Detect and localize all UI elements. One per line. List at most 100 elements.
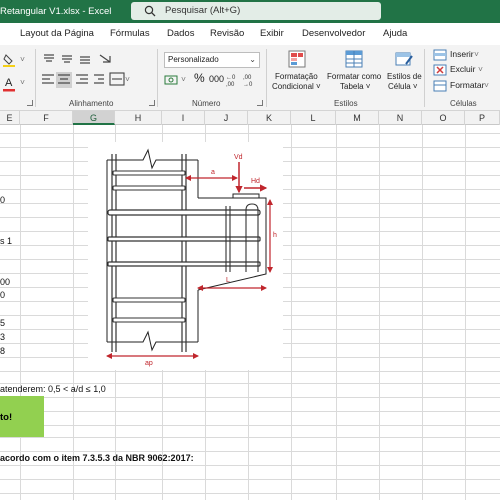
- column-header-i[interactable]: I: [162, 111, 205, 125]
- cell-value: 0: [0, 195, 6, 205]
- wrap-text-icon[interactable]: [99, 54, 111, 63]
- format-as-table-label-2: Tabela ˅: [340, 82, 371, 91]
- format-cells-icon[interactable]: [433, 80, 447, 92]
- alignment-buttons[interactable]: [40, 52, 130, 92]
- label-ap: ap: [145, 360, 153, 367]
- window-title: Retangular V1.xlsx - Excel: [0, 6, 112, 17]
- svg-text:A: A: [5, 77, 13, 89]
- title-bar: Retangular V1.xlsx - Excel Pesquisar (Al…: [0, 0, 500, 23]
- cell-styles-label-1: Estilos de: [387, 72, 422, 81]
- align-middle-icon[interactable]: [62, 55, 72, 63]
- dropdown-arrow-icon[interactable]: ˅: [484, 80, 489, 90]
- label-l: L: [226, 277, 230, 284]
- font-color-icon: A: [3, 77, 15, 92]
- search-icon: [144, 5, 156, 17]
- column-header-p[interactable]: P: [465, 111, 500, 125]
- tab-view[interactable]: Exibir: [260, 28, 284, 39]
- number-format-value: Personalizado: [168, 55, 219, 64]
- group-label-alignment: Alinhamento: [69, 99, 114, 108]
- search-placeholder: Pesquisar (Alt+G): [165, 5, 241, 16]
- format-cells-button[interactable]: Formatar: [450, 80, 484, 90]
- indent-icon[interactable]: [94, 74, 104, 84]
- dropdown-arrow-icon[interactable]: ˅: [20, 54, 25, 64]
- group-label-number: Número: [192, 99, 221, 108]
- tab-page-layout[interactable]: Layout da Página: [20, 28, 94, 39]
- corbel-drawing: Vd Hd a h L ap: [106, 148, 277, 367]
- cell-value: 3: [0, 332, 6, 342]
- cell-value: 8: [0, 346, 6, 356]
- tab-review[interactable]: Revisão: [210, 28, 244, 39]
- corbel-detail-figure[interactable]: Vd Hd a h L ap: [88, 142, 283, 370]
- format-as-table-icon: [345, 50, 363, 68]
- insert-cells-icon[interactable]: [433, 49, 447, 61]
- fill-color-icon: [3, 54, 15, 67]
- conditional-formatting-label-2: Condicional ˅: [272, 82, 321, 91]
- column-header-m[interactable]: M: [336, 111, 379, 125]
- ribbon-tabs: Layout da Página Fórmulas Dados Revisão …: [0, 23, 500, 45]
- label-vd: Vd: [234, 154, 243, 161]
- label-a: a: [211, 169, 215, 176]
- group-separator: [157, 49, 158, 107]
- group-label-cells: Células: [450, 99, 477, 108]
- cell-value: 5: [0, 318, 6, 328]
- align-right-icon[interactable]: [76, 74, 88, 84]
- column-header-e[interactable]: E: [0, 111, 20, 125]
- tab-help[interactable]: Ajuda: [383, 28, 407, 39]
- column-header-l[interactable]: L: [291, 111, 336, 125]
- number-dialog-launcher-icon[interactable]: [257, 100, 263, 106]
- label-h: h: [273, 232, 277, 239]
- format-as-table-label-1: Formatar como: [327, 72, 382, 81]
- condition-text: atenderem: 0,5 < a/d ≤ 1,0: [0, 384, 106, 394]
- label-hd: Hd: [251, 178, 260, 185]
- increase-decimal-icon[interactable]: ←0 ,00: [226, 75, 236, 88]
- svg-text:←0: ←0: [226, 75, 236, 81]
- tab-formulas[interactable]: Fórmulas: [110, 28, 150, 39]
- group-label-styles: Estilos: [334, 99, 358, 108]
- dropdown-arrow-icon[interactable]: ˅: [478, 64, 483, 74]
- column-header-k[interactable]: K: [248, 111, 291, 125]
- insert-cells-button[interactable]: Inserir: [450, 49, 474, 59]
- norm-reference-text: acordo com o item 7.3.5.3 da NBR 9062:20…: [0, 453, 194, 463]
- font-color-button[interactable]: A: [3, 76, 17, 92]
- dropdown-arrow-icon[interactable]: ˅: [181, 74, 186, 84]
- group-separator: [35, 49, 36, 107]
- thousands-separator-button[interactable]: 000: [209, 74, 224, 84]
- svg-text:,00: ,00: [226, 82, 235, 88]
- tab-developer[interactable]: Desenvolvedor: [302, 28, 365, 39]
- conditional-formatting-icon: [288, 50, 306, 68]
- alignment-dialog-launcher-icon[interactable]: [149, 100, 155, 106]
- conditional-formatting-label-1: Formatação: [275, 72, 318, 81]
- dropdown-arrow-icon[interactable]: ˅: [125, 74, 130, 84]
- ribbon: ˅ A ˅ ˅ Alinhamento Personalizado ⌄ ˅ % …: [0, 45, 500, 111]
- svg-text:→0: →0: [243, 82, 253, 88]
- column-header-j[interactable]: J: [205, 111, 248, 125]
- column-header-n[interactable]: N: [379, 111, 422, 125]
- column-header-h[interactable]: H: [115, 111, 162, 125]
- cell-value: 00: [0, 277, 11, 287]
- fill-color-button[interactable]: [3, 53, 17, 67]
- column-header-g[interactable]: G: [73, 111, 115, 125]
- dropdown-arrow-icon[interactable]: ˅: [20, 77, 25, 87]
- column-header-f[interactable]: F: [20, 111, 73, 125]
- column-headers: E F G H I J K L M N O P: [0, 111, 500, 125]
- chevron-down-icon: ⌄: [249, 55, 256, 64]
- accounting-format-icon[interactable]: [164, 73, 178, 87]
- decrease-decimal-icon[interactable]: ,00 →0: [243, 75, 253, 88]
- column-header-o[interactable]: O: [422, 111, 465, 125]
- tab-data[interactable]: Dados: [167, 28, 194, 39]
- cell-styles-icon: [395, 52, 413, 66]
- delete-cells-button[interactable]: Excluir: [450, 64, 476, 74]
- search-box[interactable]: Pesquisar (Alt+G): [131, 2, 381, 20]
- percent-button[interactable]: %: [194, 71, 205, 85]
- decimal-buttons[interactable]: ←0 ,00 ,00 →0: [226, 72, 260, 88]
- align-left-icon[interactable]: [42, 74, 54, 84]
- align-top-icon[interactable]: [44, 54, 54, 62]
- align-bottom-icon[interactable]: [80, 56, 90, 64]
- delete-cells-icon[interactable]: [433, 64, 447, 76]
- font-dialog-launcher-icon[interactable]: [27, 100, 33, 106]
- dropdown-arrow-icon[interactable]: ˅: [474, 49, 479, 59]
- number-format-select[interactable]: Personalizado ⌄: [164, 52, 260, 68]
- merge-cells-icon[interactable]: [109, 72, 125, 86]
- group-separator: [266, 49, 267, 107]
- cell-styles-label-2: Célula ˅: [388, 82, 418, 91]
